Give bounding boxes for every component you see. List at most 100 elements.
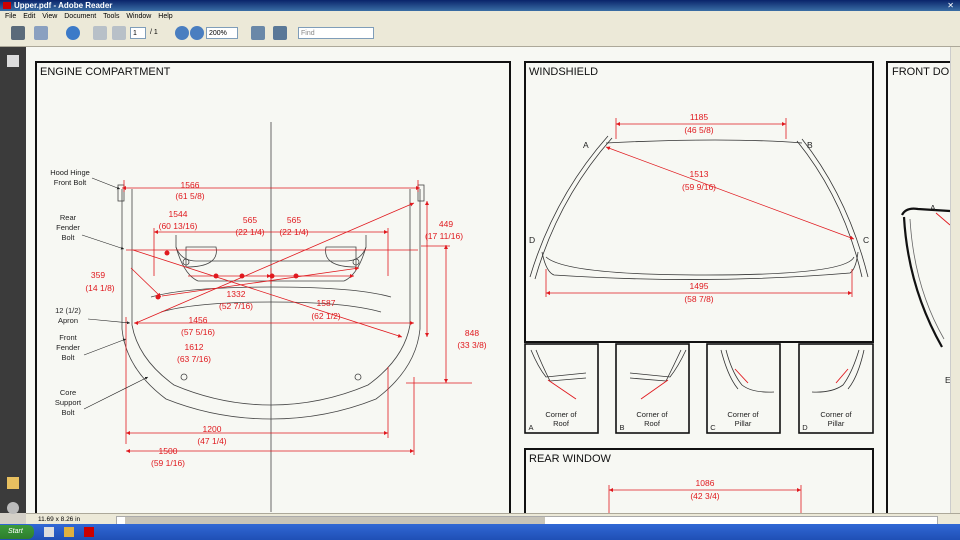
engine-compartment-title: ENGINE COMPARTMENT — [40, 66, 171, 78]
zoom-select[interactable]: 200% — [206, 27, 238, 39]
dim-848-mm: 848 — [465, 328, 479, 338]
dim-1200-in: (47 1/4) — [197, 436, 226, 446]
horizontal-scroll-thumb[interactable] — [125, 517, 545, 524]
dim-1185-in: (46 5/8) — [684, 125, 713, 135]
dim-1086-mm: 1086 — [696, 478, 715, 488]
corner-d-letter: D — [802, 423, 808, 432]
hood-hinge-label-1: Hood Hinge — [50, 168, 90, 177]
toolbar: 1 / 1 200% Find — [0, 22, 960, 47]
corner-a-caption-1: Corner of — [545, 410, 577, 419]
dim-1544-mm: 1544 — [169, 209, 188, 219]
corner-b-caption-1: Corner of — [636, 410, 668, 419]
menu-tools[interactable]: Tools — [103, 13, 119, 20]
dim-1332-mm: 1332 — [227, 289, 246, 299]
rear-window-title: REAR WINDOW — [529, 453, 612, 465]
start-label: Start — [8, 528, 23, 535]
window-title: Upper.pdf - Adobe Reader — [14, 1, 113, 10]
dim-359-in: (14 1/8) — [85, 283, 114, 293]
dim-1612-in: (63 7/16) — [177, 354, 211, 364]
front-fender-label-3: Bolt — [62, 353, 76, 362]
dim-1513-mm: 1513 — [690, 169, 709, 179]
pages-icon[interactable] — [7, 55, 19, 67]
explorer-icon[interactable] — [64, 527, 74, 537]
menu-document[interactable]: Document — [64, 13, 96, 20]
corner-d-caption-1: Corner of — [820, 410, 852, 419]
menu-help[interactable]: Help — [158, 13, 172, 20]
dim-1456-mm: 1456 — [189, 315, 208, 325]
dim-848-in: (33 3/8) — [457, 340, 486, 350]
rear-fender-label-1: Rear — [60, 213, 77, 222]
dim-1566-mm: 1566 — [181, 180, 200, 190]
dim-1513-in: (59 9/16) — [682, 182, 716, 192]
print-icon[interactable] — [11, 26, 25, 40]
dim-565-right-in: (22 1/4) — [279, 227, 308, 237]
pdf-page: ENGINE COMPARTMENT Hood Hinge Front Bolt… — [26, 47, 950, 513]
fit-page-icon[interactable] — [251, 26, 265, 40]
document-view[interactable]: ENGINE COMPARTMENT Hood Hinge Front Bolt… — [26, 47, 950, 513]
page-total: / 1 — [150, 29, 158, 36]
core-support-label-1: Core — [60, 388, 76, 397]
dim-565-left-mm: 565 — [243, 215, 257, 225]
dim-449-in: (17 11/16) — [425, 231, 463, 241]
point-b: B — [807, 140, 813, 150]
dim-1587-mm: 1587 — [317, 298, 336, 308]
taskbar: Start — [0, 524, 960, 540]
core-support-label-3: Bolt — [62, 408, 76, 417]
dim-1495-in: (58 7/8) — [684, 294, 713, 304]
previous-page-icon[interactable] — [93, 26, 107, 40]
vertical-scrollbar[interactable] — [950, 47, 960, 513]
collaborate-icon[interactable] — [66, 26, 80, 40]
corner-b-caption-2: Roof — [644, 419, 661, 428]
window-close-icon[interactable]: ✕ — [947, 0, 956, 11]
rear-fender-label-3: Bolt — [62, 233, 76, 242]
apron-label-1: 12 (1/2) — [55, 306, 81, 315]
dim-1456-in: (57 5/16) — [181, 327, 215, 337]
corner-c-letter: C — [710, 423, 716, 432]
find-input[interactable]: Find — [298, 27, 374, 39]
corner-d-caption-2: Pillar — [828, 419, 845, 428]
dim-1332-in: (52 7/16) — [219, 301, 253, 311]
dim-449-mm: 449 — [439, 219, 453, 229]
title-bar: Upper.pdf - Adobe Reader ✕ — [0, 0, 960, 11]
email-icon[interactable] — [34, 26, 48, 40]
front-door-title: FRONT DO — [892, 66, 950, 78]
page-number-input[interactable]: 1 — [130, 27, 146, 39]
rear-fender-label-2: Fender — [56, 223, 80, 232]
show-desktop-icon[interactable] — [44, 527, 54, 537]
front-fender-label-1: Front — [59, 333, 77, 342]
corner-b-letter: B — [619, 423, 624, 432]
corner-c-caption-2: Pillar — [735, 419, 752, 428]
dim-1086-in: (42 3/4) — [690, 491, 719, 501]
core-support-label-2: Support — [55, 398, 82, 407]
attachments-icon[interactable] — [7, 502, 19, 514]
menu-file[interactable]: File — [5, 13, 16, 20]
fit-width-icon[interactable] — [273, 26, 287, 40]
dim-565-right-mm: 565 — [287, 215, 301, 225]
corner-c-caption-1: Corner of — [727, 410, 759, 419]
start-button[interactable]: Start — [0, 525, 34, 539]
point-a: A — [583, 140, 589, 150]
menu-edit[interactable]: Edit — [23, 13, 35, 20]
dim-1500-in: (59 1/16) — [151, 458, 185, 468]
reader-taskbar-icon[interactable] — [84, 527, 94, 537]
dim-1587-in: (62 1/2) — [311, 311, 340, 321]
dim-565-left-in: (22 1/4) — [235, 227, 264, 237]
dim-1495-mm: 1495 — [690, 281, 709, 291]
zoom-out-icon[interactable] — [175, 26, 189, 40]
dim-359-mm: 359 — [91, 270, 105, 280]
hood-hinge-label-2: Front Bolt — [54, 178, 87, 187]
windshield-title: WINDSHIELD — [529, 66, 598, 78]
dim-1185-mm: 1185 — [690, 112, 709, 122]
point-c: C — [863, 235, 869, 245]
corner-a-letter: A — [528, 423, 533, 432]
adobe-reader-icon — [3, 2, 11, 9]
zoom-in-icon[interactable] — [190, 26, 204, 40]
dim-1200-mm: 1200 — [203, 424, 222, 434]
front-door-point-a: A — [930, 203, 936, 213]
next-page-icon[interactable] — [112, 26, 126, 40]
navigation-panel — [0, 47, 26, 514]
dim-1544-in: (60 13/16) — [159, 221, 198, 231]
comments-icon[interactable] — [7, 477, 19, 489]
menu-window[interactable]: Window — [126, 13, 151, 20]
menu-view[interactable]: View — [42, 13, 57, 20]
